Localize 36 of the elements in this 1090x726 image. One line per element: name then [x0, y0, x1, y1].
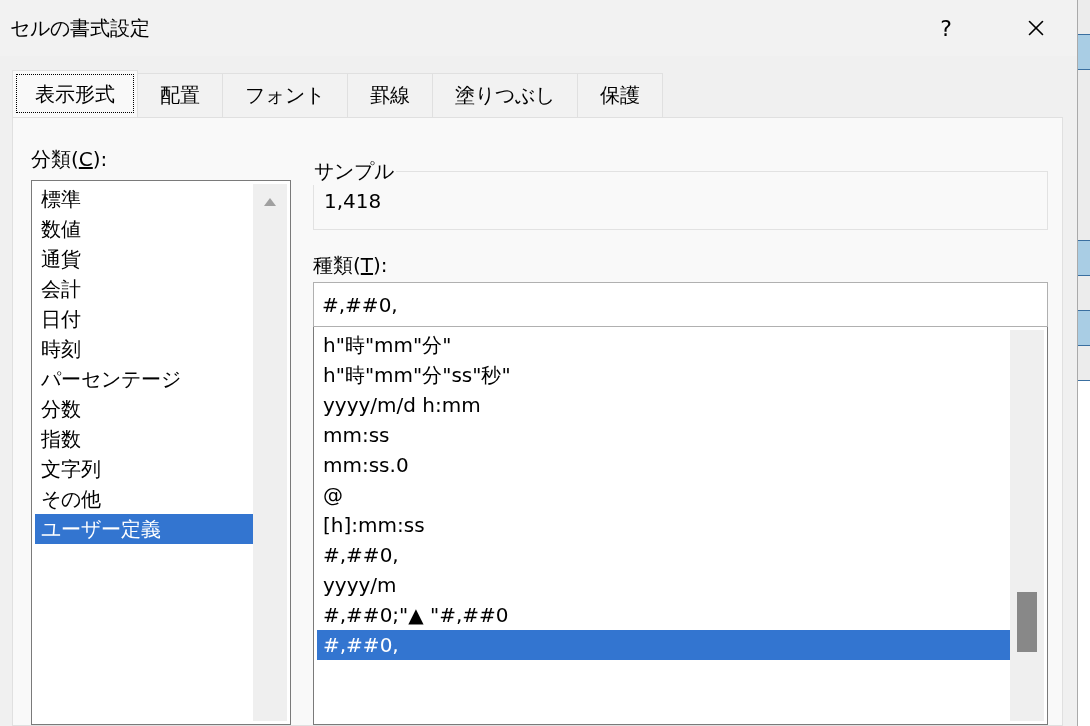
scrollbar[interactable] — [1010, 330, 1044, 721]
type-item[interactable]: @ — [317, 480, 1010, 510]
category-item[interactable]: 会計 — [35, 274, 253, 304]
category-label: 分類(C): — [31, 146, 109, 173]
scroll-up-icon[interactable] — [264, 198, 276, 206]
category-item[interactable]: パーセンテージ — [35, 364, 253, 394]
type-item[interactable]: yyyy/m — [317, 570, 1010, 600]
category-item[interactable]: 通貨 — [35, 244, 253, 274]
category-item[interactable]: 時刻 — [35, 334, 253, 364]
scroll-thumb[interactable] — [1017, 592, 1037, 652]
type-item[interactable]: #,##0, — [317, 630, 1010, 660]
type-item[interactable]: yyyy/m/d h:mm — [317, 390, 1010, 420]
sample-label: サンプル — [313, 158, 395, 185]
category-item[interactable]: 数値 — [35, 214, 253, 244]
tab[interactable]: 保護 — [577, 73, 663, 117]
type-item[interactable]: h"時"mm"分" — [317, 330, 1010, 360]
type-input-field[interactable]: #,##0, — [313, 282, 1048, 327]
type-item[interactable]: [h]:mm:ss — [317, 510, 1010, 540]
type-item[interactable]: #,##0;"▲ "#,##0 — [317, 600, 1010, 630]
tab[interactable]: 表示形式 — [12, 70, 138, 117]
type-item[interactable]: mm:ss — [317, 420, 1010, 450]
category-item[interactable]: 標準 — [35, 184, 253, 214]
category-item[interactable]: ユーザー定義 — [35, 514, 253, 544]
category-item[interactable]: 分数 — [35, 394, 253, 424]
category-item[interactable]: 指数 — [35, 424, 253, 454]
type-item[interactable]: #,##0, — [317, 540, 1010, 570]
type-label: 種類(T): — [313, 252, 389, 279]
sample-value: 1,418 — [324, 189, 383, 213]
type-item[interactable]: mm:ss.0 — [317, 450, 1010, 480]
scrollbar[interactable] — [253, 184, 287, 721]
category-item[interactable]: 日付 — [35, 304, 253, 334]
type-item[interactable]: h"時"mm"分"ss"秒" — [317, 360, 1010, 390]
category-item[interactable]: 文字列 — [35, 454, 253, 484]
help-button[interactable]: ? — [921, 8, 971, 48]
category-item[interactable]: その他 — [35, 484, 253, 514]
window-title: セルの書式設定 — [10, 14, 151, 42]
